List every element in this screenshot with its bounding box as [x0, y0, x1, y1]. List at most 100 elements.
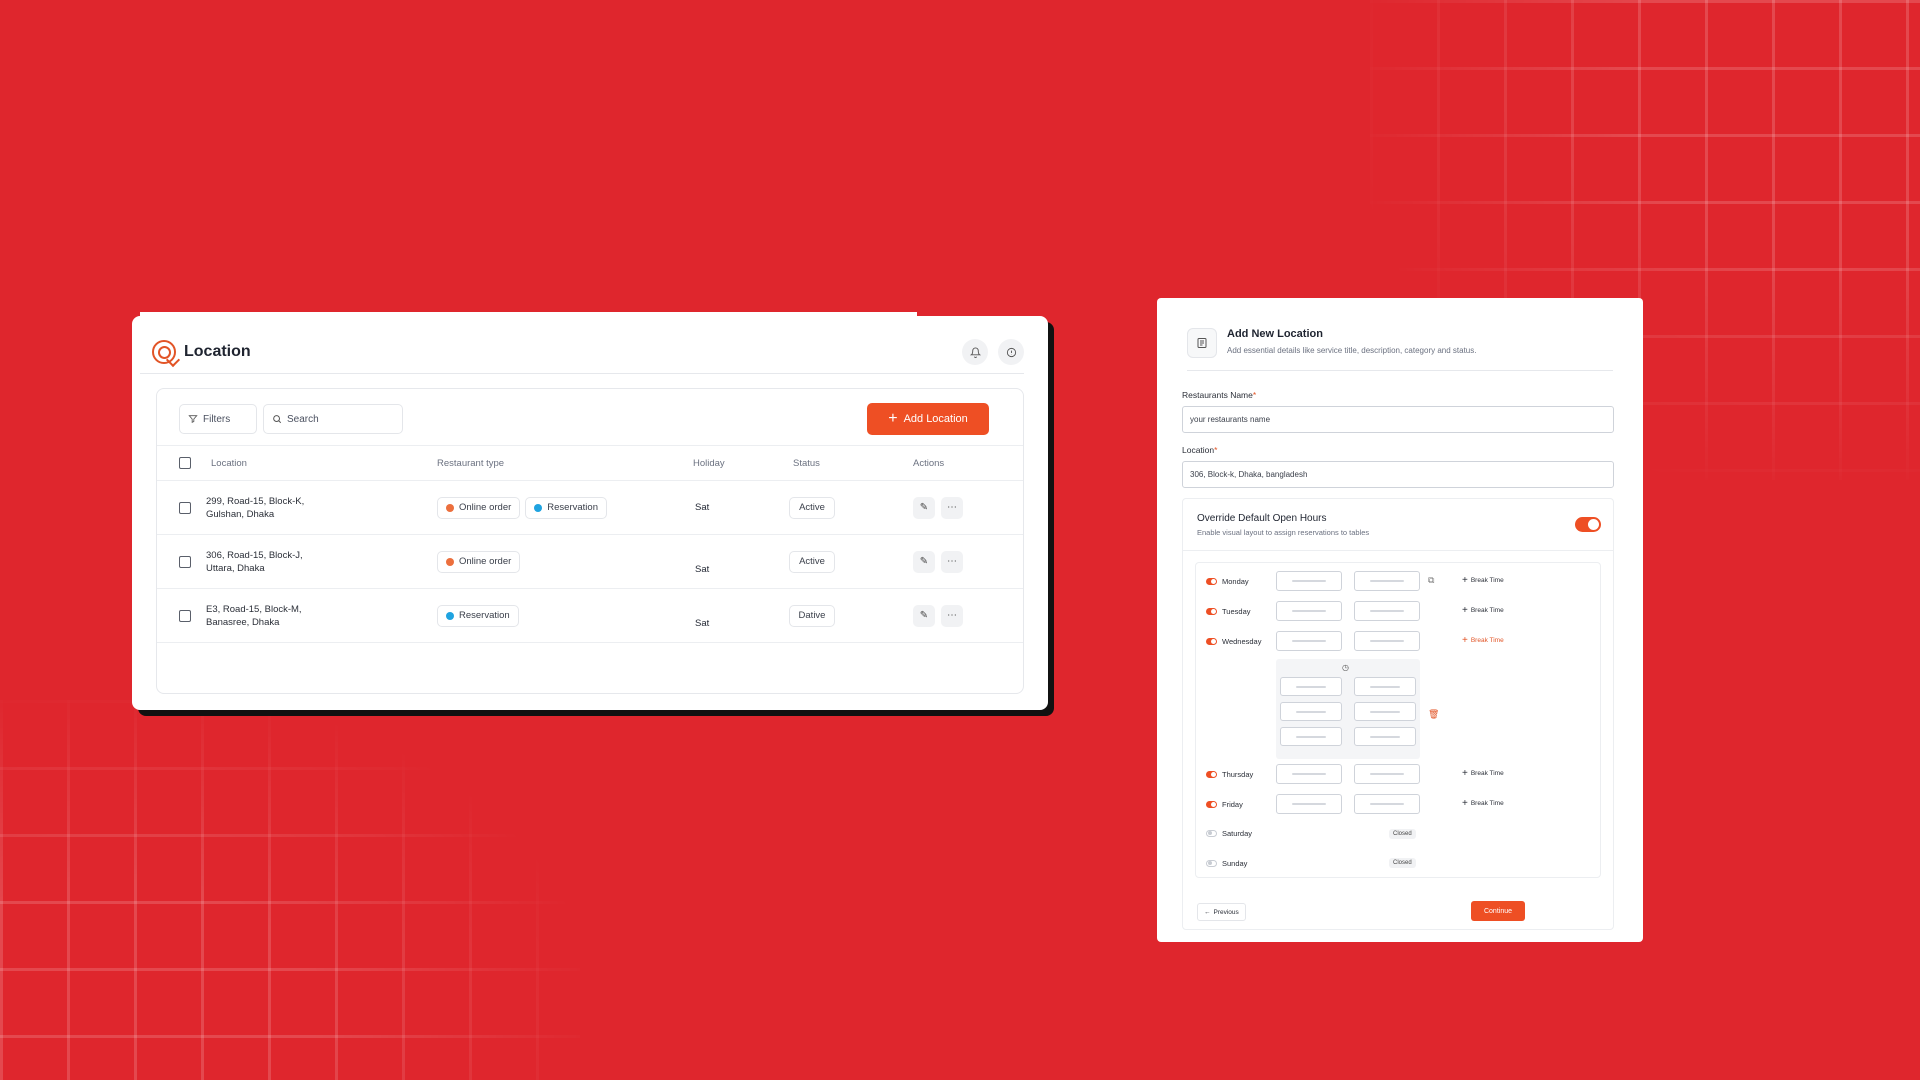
- add-break-time-button[interactable]: + Break Time: [1462, 575, 1504, 586]
- select-all-checkbox[interactable]: [179, 457, 191, 469]
- closed-badge: Closed: [1389, 829, 1416, 839]
- restaurant-name-field[interactable]: your restaurants name: [1182, 406, 1614, 433]
- page-header: Location: [152, 330, 1024, 374]
- open-time-input[interactable]: [1276, 571, 1342, 591]
- day-toggle[interactable]: [1206, 607, 1217, 615]
- break-start-input[interactable]: [1280, 677, 1342, 696]
- search-placeholder: Search: [287, 413, 319, 425]
- row-address: 306, Road-15, Block-J, Uttara, Dhaka: [206, 535, 303, 588]
- restaurant-name-label-text: Restaurants Name: [1182, 390, 1253, 400]
- close-time-input[interactable]: [1354, 571, 1420, 591]
- table-row: E3, Road-15, Block-M, Banasree, Dhaka Re…: [157, 589, 1023, 643]
- more-icon[interactable]: ⋯: [941, 604, 963, 627]
- column-header-location: Location: [211, 457, 247, 469]
- add-location-button[interactable]: + Add Location: [867, 403, 989, 435]
- add-break-time-button[interactable]: + Break Time: [1462, 635, 1504, 646]
- card-top-edge: [140, 312, 917, 316]
- override-toggle[interactable]: [1575, 517, 1601, 532]
- day-toggle[interactable]: [1206, 637, 1217, 645]
- break-end-input[interactable]: [1354, 727, 1416, 746]
- break-end-input[interactable]: [1354, 677, 1416, 696]
- close-time-input[interactable]: [1354, 764, 1420, 784]
- add-break-time-button[interactable]: + Break Time: [1462, 768, 1504, 779]
- holiday-cell: Sat: [695, 564, 710, 575]
- row-checkbox[interactable]: [179, 555, 191, 568]
- type-badge-label: Online order: [459, 502, 512, 513]
- break-end-input[interactable]: [1354, 702, 1416, 721]
- decorative-grid-bottom-left: [0, 700, 580, 1080]
- row-address: E3, Road-15, Block-M, Banasree, Dhaka: [206, 589, 302, 642]
- location-table: Filters Search + Add Location Location R…: [156, 388, 1024, 694]
- row-checkbox[interactable]: [179, 609, 191, 622]
- address-line-1: E3, Road-15, Block-M,: [206, 603, 302, 615]
- address-line-1: 306, Road-15, Block-J,: [206, 549, 303, 561]
- row-actions: ✎ ⋯: [913, 535, 969, 588]
- break-start-input[interactable]: [1280, 727, 1342, 746]
- restaurant-name-label: Restaurants Name*: [1182, 390, 1256, 400]
- more-icon[interactable]: ⋯: [941, 496, 963, 519]
- type-badge-label: Reservation: [547, 502, 598, 513]
- holiday-cell: Sat: [695, 618, 710, 629]
- type-badge-reservation: Reservation: [437, 604, 519, 627]
- day-toggle[interactable]: [1206, 770, 1217, 778]
- arrow-left-icon: ←: [1204, 908, 1211, 916]
- status-badge: Active: [789, 550, 835, 573]
- open-time-input[interactable]: [1276, 631, 1342, 651]
- edit-icon[interactable]: ✎: [913, 604, 935, 627]
- bell-icon[interactable]: [962, 339, 988, 365]
- override-hours-section: Override Default Open Hours Enable visua…: [1182, 498, 1614, 930]
- break-time-label: Break Time: [1470, 770, 1504, 777]
- column-header-status: Status: [793, 457, 820, 469]
- close-time-input[interactable]: [1354, 601, 1420, 621]
- info-icon[interactable]: [998, 339, 1024, 365]
- day-name: Friday: [1222, 799, 1243, 809]
- break-time-label: Break Time: [1470, 800, 1504, 807]
- close-time-input[interactable]: [1354, 631, 1420, 651]
- edit-icon[interactable]: ✎: [913, 496, 935, 519]
- edit-icon[interactable]: ✎: [913, 550, 935, 573]
- address-line-2: Banasree, Dhaka: [206, 616, 280, 628]
- day-name: Saturday: [1222, 828, 1253, 838]
- search-input[interactable]: Search: [263, 404, 403, 434]
- open-time-input[interactable]: [1276, 794, 1342, 814]
- location-label: Location*: [1182, 445, 1217, 455]
- day-toggle[interactable]: [1206, 800, 1217, 808]
- plus-icon: +: [1462, 798, 1468, 809]
- add-break-time-button[interactable]: + Break Time: [1462, 798, 1504, 809]
- restaurant-type-cell: Online order: [437, 535, 525, 588]
- break-start-input[interactable]: [1280, 702, 1342, 721]
- location-field[interactable]: 306, Block-k, Dhaka, bangladesh: [1182, 461, 1614, 488]
- status-badge: Dative: [789, 604, 835, 627]
- day-toggle[interactable]: [1206, 829, 1217, 837]
- table-row: 299, Road-15, Block-K, Gulshan, Dhaka On…: [157, 481, 1023, 535]
- previous-button[interactable]: ← Previous: [1197, 903, 1246, 921]
- copy-icon[interactable]: ⧉: [1428, 575, 1434, 586]
- plus-icon: +: [1462, 768, 1468, 779]
- address-line-2: Gulshan, Dhaka: [206, 508, 275, 520]
- form-list-icon: [1187, 328, 1217, 358]
- required-mark: *: [1214, 445, 1218, 455]
- day-toggle[interactable]: [1206, 859, 1217, 867]
- table-header: Location Restaurant type Holiday Status …: [157, 445, 1023, 481]
- plus-icon: +: [1462, 635, 1468, 646]
- blue-dot-icon: [446, 611, 454, 620]
- open-time-input[interactable]: [1276, 764, 1342, 784]
- close-time-input[interactable]: [1354, 794, 1420, 814]
- type-badge-online-order: Online order: [437, 550, 521, 573]
- continue-button[interactable]: Continue: [1471, 901, 1525, 921]
- type-badge-online-order: Online order: [437, 496, 521, 519]
- filters-button[interactable]: Filters: [179, 404, 257, 434]
- address-line-2: Uttara, Dhaka: [206, 562, 265, 574]
- add-break-time-button[interactable]: + Break Time: [1462, 605, 1504, 616]
- day-toggle[interactable]: [1206, 577, 1217, 585]
- row-checkbox[interactable]: [179, 501, 191, 514]
- filter-icon: [188, 415, 198, 424]
- open-time-input[interactable]: [1276, 601, 1342, 621]
- type-badge-label: Online order: [459, 556, 512, 567]
- add-location-label: Add Location: [903, 413, 968, 425]
- more-icon[interactable]: ⋯: [941, 550, 963, 573]
- trash-icon[interactable]: 🗑: [1428, 709, 1439, 720]
- table-toolbar: Filters Search + Add Location: [179, 403, 989, 435]
- plus-icon: +: [888, 410, 898, 427]
- location-label-text: Location: [1182, 445, 1215, 455]
